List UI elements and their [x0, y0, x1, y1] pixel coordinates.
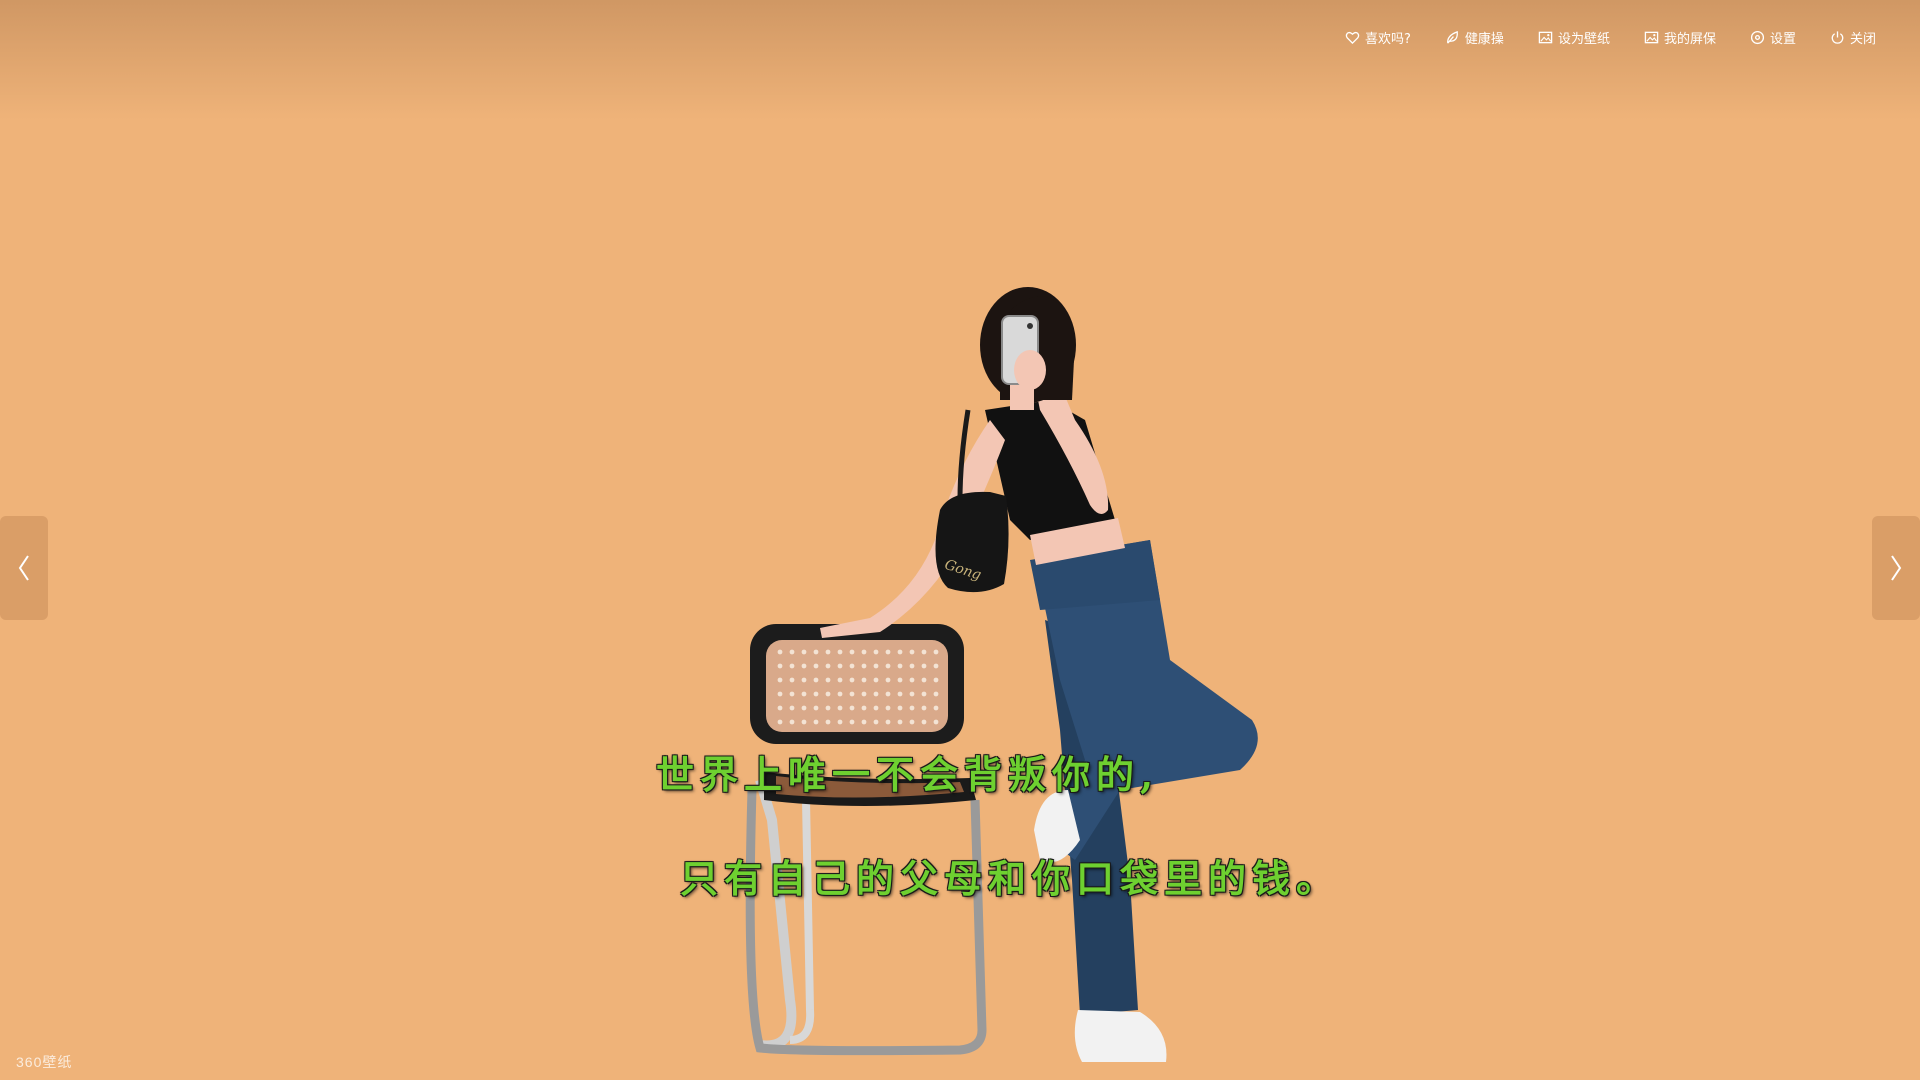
- next-wallpaper-button[interactable]: [1872, 516, 1920, 620]
- like-button-label: 喜欢吗?: [1365, 32, 1411, 47]
- my-screensaver-label: 我的屏保: [1663, 32, 1716, 47]
- close-button[interactable]: 关闭: [1830, 28, 1876, 47]
- image-icon: [1538, 31, 1553, 44]
- settings-button[interactable]: 设置: [1750, 28, 1796, 47]
- settings-label: 设置: [1769, 32, 1796, 47]
- close-label: 关闭: [1849, 32, 1876, 47]
- chevron-left-icon: [18, 555, 29, 581]
- leaf-icon: [1447, 30, 1458, 44]
- health-exercise-label: 健康操: [1464, 32, 1504, 47]
- watermark-logo: 360壁纸: [16, 1054, 73, 1070]
- heart-icon: [1345, 31, 1360, 45]
- subtitle-line-1: 世界上唯一不会背叛你的,: [656, 752, 1160, 797]
- wallpaper-illustration: Gong: [745, 287, 1258, 1062]
- set-wallpaper-label: 设为壁纸: [1557, 32, 1610, 47]
- subtitle-line-2: 只有自己的父母和你口袋里的钱。: [680, 856, 1341, 901]
- top-toolbar: 喜欢吗? 健康操 设为壁纸 我的屏保 设置 关闭: [1345, 28, 1876, 47]
- chair: [745, 624, 987, 1056]
- my-screensaver-button[interactable]: 我的屏保: [1644, 28, 1716, 47]
- set-wallpaper-button[interactable]: 设为壁纸: [1538, 28, 1610, 47]
- settings-icon: [1750, 30, 1765, 45]
- health-exercise-button[interactable]: 健康操: [1445, 28, 1504, 47]
- previous-wallpaper-button[interactable]: [0, 516, 48, 620]
- image-icon: [1644, 31, 1659, 44]
- like-button[interactable]: 喜欢吗?: [1345, 28, 1411, 47]
- power-icon: [1831, 31, 1844, 44]
- chevron-right-icon: [1891, 555, 1902, 581]
